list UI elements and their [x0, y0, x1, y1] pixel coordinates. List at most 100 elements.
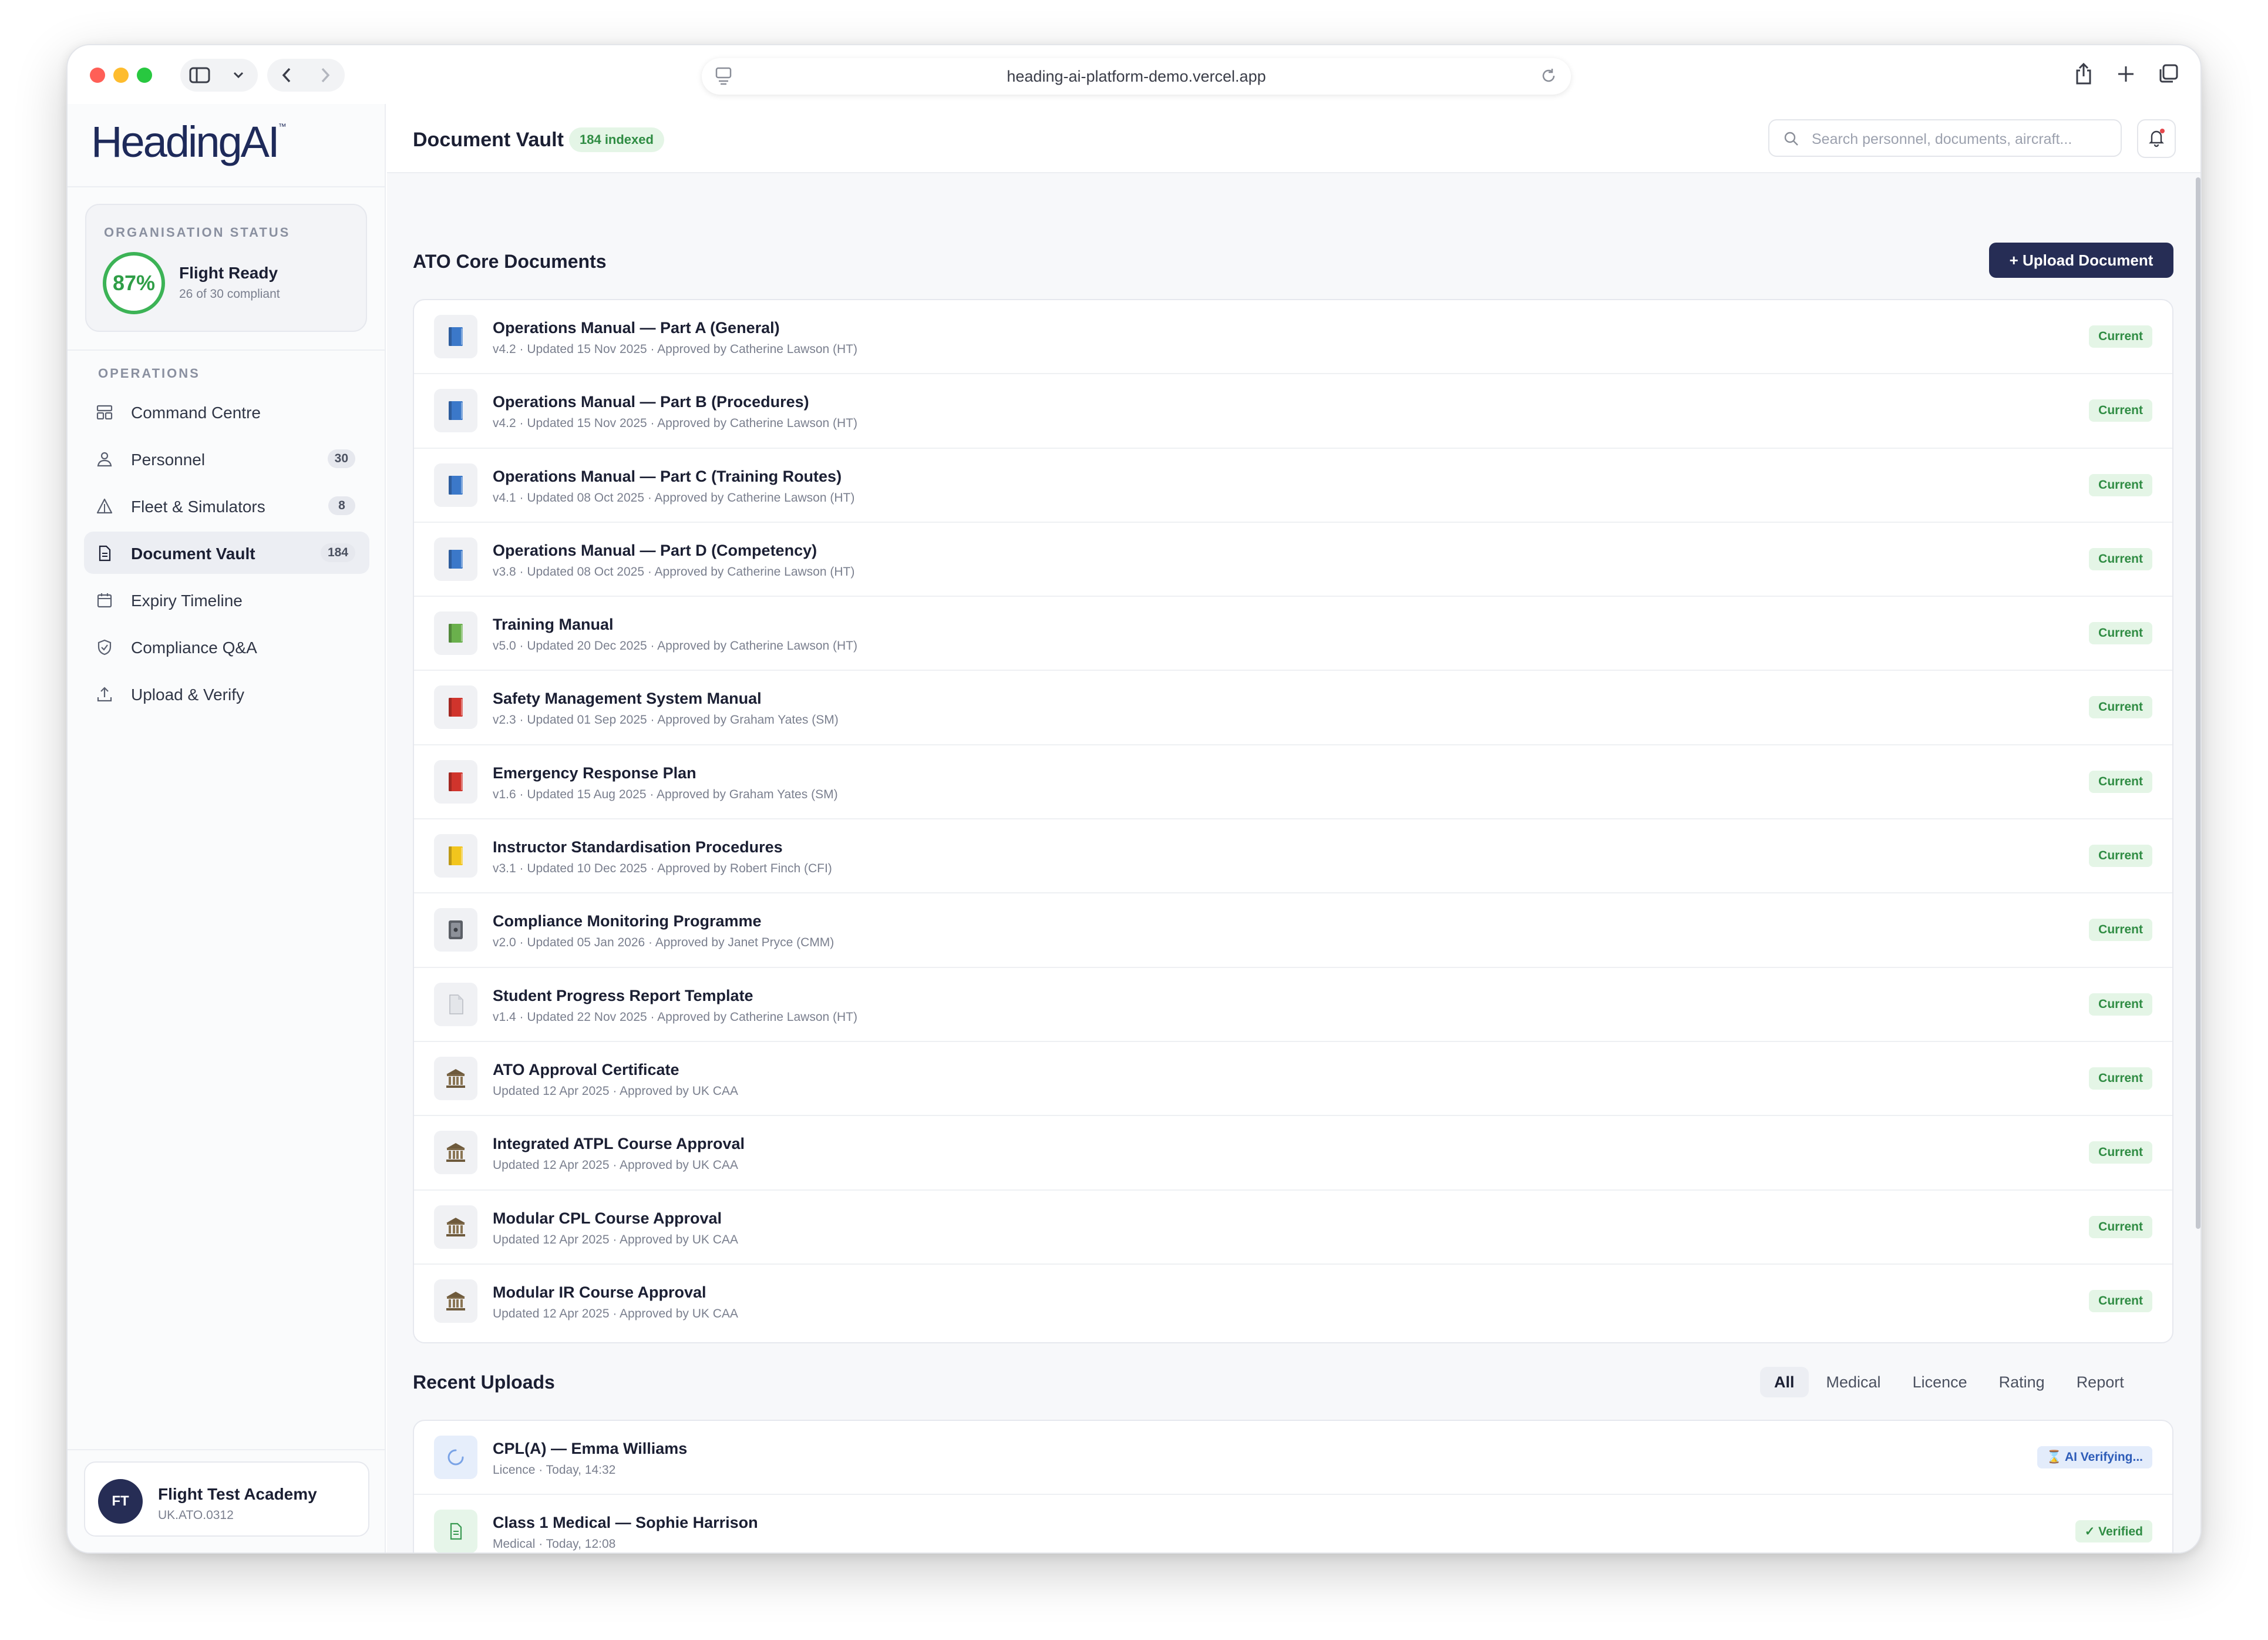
zoom-window-button[interactable] [137, 68, 152, 83]
organisation-status-card: ORGANISATION STATUS 87% Flight Ready 26 … [85, 204, 367, 332]
document-title: Training Manual [493, 616, 614, 634]
section-title: ATO Core Documents [413, 251, 607, 272]
status-badge: Current [2089, 1289, 2152, 1312]
tab-overview-icon[interactable] [2153, 59, 2183, 89]
document-row[interactable]: Emergency Response Plan v1.6 · Updated 15… [414, 745, 2172, 820]
tab-medical[interactable]: Medical [1812, 1367, 1895, 1397]
browser-right-tools [2069, 59, 2183, 89]
document-meta: Updated 12 Apr 2025 · Approved by UK CAA [493, 1232, 738, 1246]
red-book-icon [434, 685, 477, 730]
document-meta: v4.2 · Updated 15 Nov 2025 · Approved by… [493, 416, 858, 431]
browser-window: heading-ai-platform-demo.vercel.app Head… [66, 44, 2202, 1554]
status-badge: ⌛ AI Verifying... [2037, 1446, 2152, 1468]
status-badge: Current [2089, 696, 2152, 719]
sidebar-item-fleet-simulators[interactable]: Fleet & Simulators 8 [84, 485, 369, 527]
sidebar-toggle-icon[interactable] [185, 61, 214, 90]
sidebar-item-expiry-timeline[interactable]: Expiry Timeline [84, 579, 369, 621]
document-row[interactable]: Integrated ATPL Course Approval Updated 1… [414, 1116, 2172, 1191]
document-row[interactable]: Operations Manual — Part C (Training Rou… [414, 449, 2172, 523]
search-placeholder: Search personnel, documents, aircraft... [1812, 131, 2072, 147]
logo-text: HeadingAI [91, 117, 280, 166]
upload-meta: Licence · Today, 14:32 [493, 1463, 616, 1477]
close-window-button[interactable] [90, 68, 105, 83]
search-icon [1782, 130, 1800, 150]
back-arrow-icon[interactable] [272, 61, 301, 90]
account-card[interactable]: FT Flight Test Academy UK.ATO.0312 [84, 1461, 369, 1537]
tab-rating[interactable]: Rating [1985, 1367, 2059, 1397]
tab-licence[interactable]: Licence [1899, 1367, 1981, 1397]
document-row[interactable]: Operations Manual — Part D (Competency) v… [414, 523, 2172, 597]
red-book-icon [434, 759, 477, 804]
document-meta: v2.3 · Updated 01 Sep 2025 · Approved by… [493, 713, 839, 727]
shield-icon [96, 638, 113, 656]
document-row[interactable]: ATO Approval Certificate Updated 12 Apr 2… [414, 1042, 2172, 1117]
sidebar-item-label: Compliance Q&A [131, 638, 257, 657]
search-input[interactable]: Search personnel, documents, aircraft... [1768, 119, 2122, 157]
document-row[interactable]: Modular CPL Course Approval Updated 12 Ap… [414, 1191, 2172, 1265]
blue-book-icon [434, 389, 477, 433]
layout-icon [96, 404, 113, 421]
document-row[interactable]: Operations Manual — Part A (General) v4.2… [414, 300, 2172, 375]
org-status-title: ORGANISATION STATUS [104, 225, 291, 240]
document-title: Student Progress Report Template [493, 986, 753, 1004]
page-icon [434, 982, 477, 1026]
document-row[interactable]: Operations Manual — Part B (Procedures) v… [414, 374, 2172, 449]
upload-row[interactable]: Class 1 Medical — Sophie Harrison Medical… [414, 1495, 2172, 1552]
sidebar: HeadingAI™ ORGANISATION STATUS 87% Fligh… [68, 104, 386, 1552]
sidebar-item-document-vault[interactable]: Document Vault 184 [84, 532, 369, 574]
sidebar-item-label: Expiry Timeline [131, 592, 243, 610]
upload-icon [96, 685, 113, 703]
sidebar-item-upload-verify[interactable]: Upload & Verify [84, 673, 369, 715]
document-row[interactable]: Compliance Monitoring Programme v2.0 · Up… [414, 893, 2172, 968]
sidebar-item-personnel[interactable]: Personnel 30 [84, 438, 369, 480]
share-icon[interactable] [2069, 59, 2098, 89]
tab-report[interactable]: Report [2062, 1367, 2138, 1397]
page-title: Document Vault [413, 129, 564, 151]
upload-document-button[interactable]: + Upload Document [1989, 243, 2173, 278]
status-badge: Current [2089, 1141, 2152, 1164]
sidebar-divider [68, 186, 385, 187]
document-meta: Updated 12 Apr 2025 · Approved by UK CAA [493, 1306, 738, 1320]
main-content: Document Vault 184 indexed Search person… [387, 104, 2200, 1552]
new-tab-icon[interactable] [2111, 59, 2141, 89]
sidebar-item-label: Command Centre [131, 404, 261, 422]
document-meta: v3.1 · Updated 10 Dec 2025 · Approved by… [493, 862, 832, 876]
minimize-window-button[interactable] [113, 68, 129, 83]
yellow-book-icon [434, 834, 477, 878]
address-bar[interactable]: heading-ai-platform-demo.vercel.app [702, 58, 1571, 95]
scrollbar[interactable] [2196, 177, 2200, 1229]
sidebar-item-compliance-qa[interactable]: Compliance Q&A [84, 626, 369, 668]
org-status-label: Flight Ready [179, 264, 278, 282]
document-meta: v3.8 · Updated 08 Oct 2025 · Approved by… [493, 564, 855, 579]
heading-ai-logo[interactable]: HeadingAI™ [91, 117, 287, 167]
sidebar-toggle-group [180, 59, 258, 92]
sidebar-item-label: Fleet & Simulators [131, 498, 265, 516]
calendar-icon [96, 592, 113, 609]
reload-icon[interactable] [1539, 66, 1558, 89]
page-menu-icon[interactable] [715, 66, 732, 89]
document-meta: Updated 12 Apr 2025 · Approved by UK CAA [493, 1158, 738, 1172]
document-row[interactable]: Student Progress Report Template v1.4 · U… [414, 968, 2172, 1042]
chevron-down-icon[interactable] [224, 61, 253, 90]
status-badge: Current [2089, 1215, 2152, 1238]
sidebar-divider [68, 1449, 385, 1450]
indexed-count-badge: 184 indexed [569, 127, 664, 152]
document-row[interactable]: Instructor Standardisation Procedures v3.… [414, 819, 2172, 894]
notifications-button[interactable] [2137, 119, 2176, 158]
document-row[interactable]: Training Manual v5.0 · Updated 20 Dec 202… [414, 597, 2172, 671]
upload-row[interactable]: CPL(A) — Emma Williams Licence · Today, 1… [414, 1421, 2172, 1495]
person-icon [96, 451, 113, 468]
forward-arrow-icon[interactable] [311, 61, 340, 90]
browser-toolbar: heading-ai-platform-demo.vercel.app [68, 45, 2200, 104]
document-row[interactable]: Modular IR Course Approval Updated 12 Apr… [414, 1265, 2172, 1339]
tab-all[interactable]: All [1760, 1367, 1809, 1397]
compliance-percent: 87% [112, 271, 156, 295]
url-text: heading-ai-platform-demo.vercel.app [1007, 67, 1266, 85]
sidebar-item-command-centre[interactable]: Command Centre [84, 391, 369, 433]
document-title: Operations Manual — Part C (Training Rou… [493, 467, 842, 485]
triangle-plane-icon [96, 498, 113, 515]
document-row[interactable]: Safety Management System Manual v2.3 · Up… [414, 671, 2172, 745]
green-book-icon [434, 611, 477, 656]
sidebar-item-label: Document Vault [131, 545, 255, 563]
document-meta: v1.4 · Updated 22 Nov 2025 · Approved by… [493, 1010, 858, 1024]
